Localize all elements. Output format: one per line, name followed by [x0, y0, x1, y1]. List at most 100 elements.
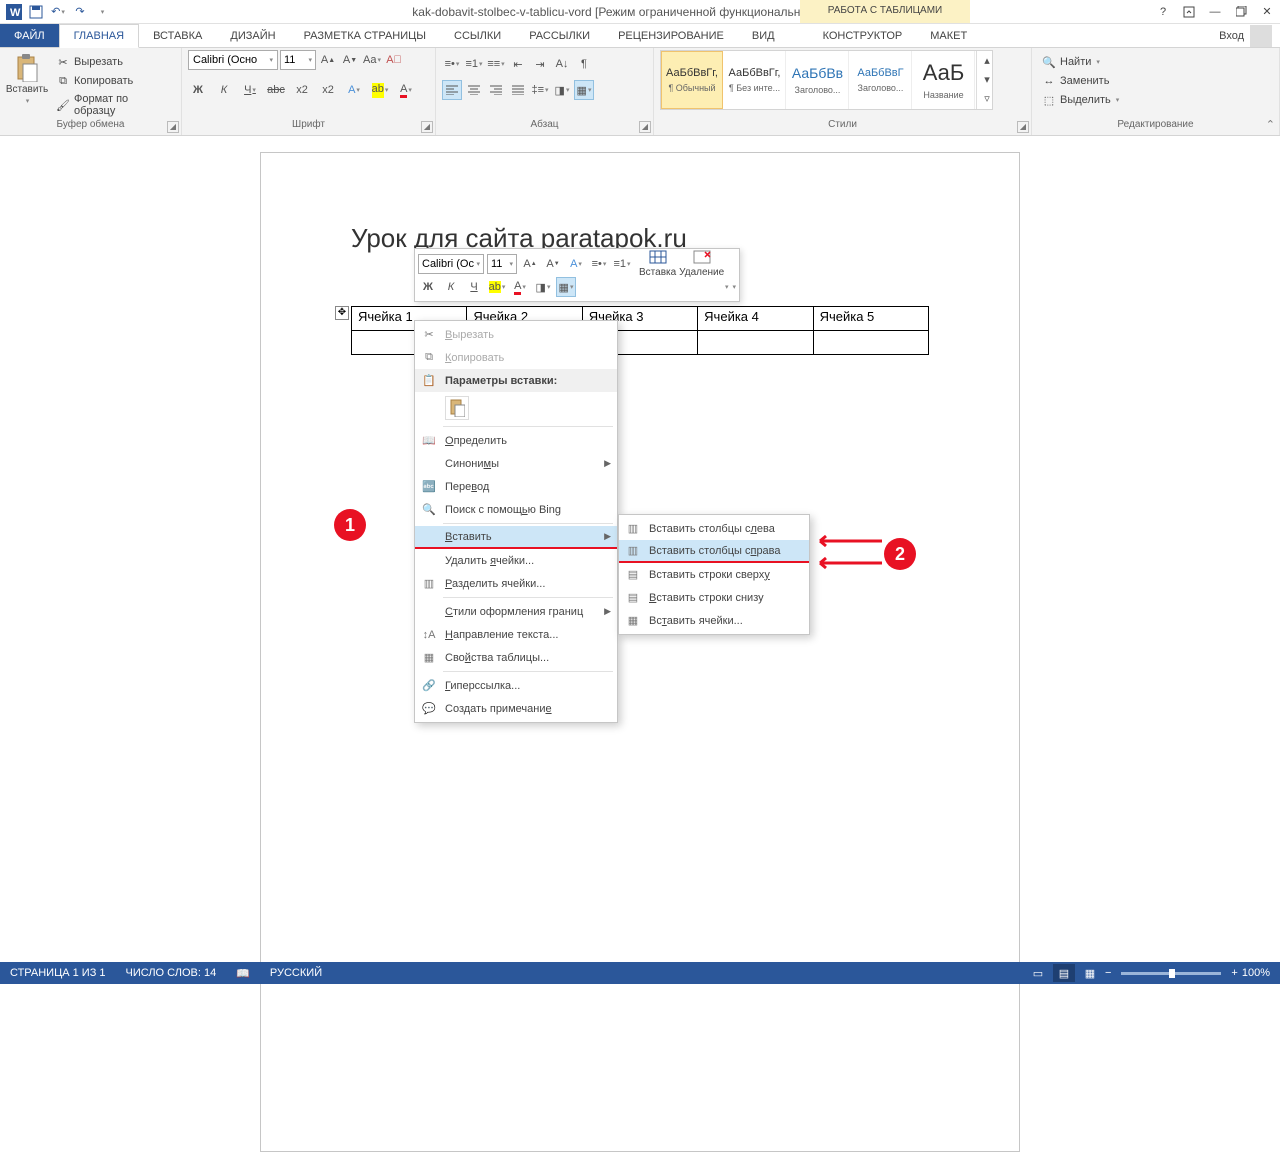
style-heading1[interactable]: АаБбВвЗаголово... — [787, 51, 849, 109]
restore-icon[interactable] — [1232, 3, 1250, 21]
select-button[interactable]: ⬚Выделить▾ — [1038, 92, 1123, 108]
style-normal[interactable]: АаБбВвГг,¶ Обычный — [661, 51, 723, 109]
borders-button[interactable]: ▦▾ — [574, 80, 594, 100]
table-cell[interactable]: Ячейка 5 — [813, 307, 928, 331]
mini-font-color[interactable]: A▾ — [510, 277, 530, 297]
underline-button[interactable]: Ч▾ — [240, 80, 260, 100]
bullets-button[interactable]: ≡•▾ — [442, 54, 462, 74]
login-area[interactable]: Вход — [1219, 24, 1280, 47]
styles-gallery[interactable]: АаБбВвГг,¶ Обычный АаБбВвГг,¶ Без инте..… — [660, 50, 993, 110]
cut-button[interactable]: ✂Вырезать — [52, 54, 175, 70]
ctx-translate[interactable]: 🔤Перевод — [415, 475, 617, 498]
mini-insert-icon[interactable] — [649, 250, 667, 267]
ctx-define[interactable]: 📖Определить — [415, 429, 617, 452]
page[interactable]: Урок для сайта paratapok.ru ✥ Ячейка 1 Я… — [260, 152, 1020, 1152]
font-launcher[interactable]: ◢ — [421, 121, 433, 133]
status-words[interactable]: ЧИСЛО СЛОВ: 14 — [116, 967, 227, 979]
styles-scroll-up[interactable]: ▴ — [977, 51, 997, 70]
align-center-button[interactable] — [464, 80, 484, 100]
copy-button[interactable]: ⧉Копировать — [52, 73, 175, 89]
font-size-combo[interactable]: 11▾ — [280, 50, 316, 70]
mini-shrink-font[interactable]: A▼ — [543, 254, 563, 274]
mini-bullets[interactable]: ≡•▾ — [589, 254, 609, 274]
style-title[interactable]: АаБНазвание — [913, 51, 975, 109]
paragraph-marks-button[interactable]: ¶ — [574, 54, 594, 74]
status-proofing-icon[interactable]: 📖 — [226, 967, 260, 980]
indent-right-button[interactable]: ⇥ — [530, 54, 550, 74]
style-no-spacing[interactable]: АаБбВвГг,¶ Без инте... — [724, 51, 786, 109]
grow-font-button[interactable]: A▲ — [318, 50, 338, 70]
ctx-text-direction[interactable]: ↕AНаправление текста... — [415, 623, 617, 646]
highlight-button[interactable]: ab▾ — [370, 80, 390, 100]
styles-expand[interactable]: ▿ — [977, 89, 997, 108]
zoom-value[interactable]: 100% — [1242, 967, 1270, 979]
clear-format-button[interactable]: A⃠ — [384, 50, 404, 70]
format-painter-button[interactable]: 🖌Формат по образцу — [52, 92, 175, 118]
table-cell[interactable] — [813, 331, 928, 355]
ctx-comment[interactable]: 💬Создать примечание — [415, 697, 617, 720]
mini-highlight[interactable]: ab▾ — [487, 277, 507, 297]
tab-page-layout[interactable]: РАЗМЕТКА СТРАНИЦЫ — [290, 24, 440, 47]
collapse-ribbon-icon[interactable]: ⌃ — [1266, 118, 1275, 131]
redo-icon[interactable]: ↷ — [70, 2, 90, 22]
tab-insert[interactable]: ВСТАВКА — [139, 24, 216, 47]
zoom-out-button[interactable]: − — [1105, 967, 1111, 979]
status-page[interactable]: СТРАНИЦА 1 ИЗ 1 — [0, 967, 116, 979]
tab-view[interactable]: ВИД — [738, 24, 789, 47]
tab-review[interactable]: РЕЦЕНЗИРОВАНИЕ — [604, 24, 738, 47]
style-heading2[interactable]: АаБбВвГЗаголово... — [850, 51, 912, 109]
change-case-button[interactable]: Aa▾ — [362, 50, 382, 70]
mini-numbering[interactable]: ≡1▾ — [612, 254, 632, 274]
replace-button[interactable]: ↔Заменить — [1038, 73, 1123, 89]
close-icon[interactable]: ✕ — [1258, 3, 1276, 21]
align-left-button[interactable] — [442, 80, 462, 100]
indent-left-button[interactable]: ⇤ — [508, 54, 528, 74]
mini-underline[interactable]: Ч — [464, 277, 484, 297]
sub-cols-right[interactable]: ▥Вставить столбцы справа — [619, 540, 809, 563]
ctx-insert[interactable]: Вставить▶ — [415, 526, 617, 549]
status-language[interactable]: РУССКИЙ — [260, 967, 332, 979]
paste-option-icon[interactable] — [445, 396, 469, 420]
sub-rows-above[interactable]: ▤Вставить строки сверху — [619, 563, 809, 586]
tab-home[interactable]: ГЛАВНАЯ — [59, 24, 139, 48]
paste-button[interactable]: Вставить ▾ — [6, 50, 48, 105]
view-print-icon[interactable]: ▤ — [1053, 964, 1075, 982]
mini-dropdown1[interactable]: ▾ — [725, 283, 729, 291]
zoom-slider[interactable] — [1121, 972, 1221, 975]
tab-references[interactable]: ССЫЛКИ — [440, 24, 515, 47]
view-web-icon[interactable]: ▦ — [1079, 964, 1101, 982]
sub-cells[interactable]: ▦Вставить ячейки... — [619, 609, 809, 632]
sub-rows-below[interactable]: ▤Вставить строки снизу — [619, 586, 809, 609]
styles-scroll-down[interactable]: ▾ — [977, 70, 997, 89]
multilevel-button[interactable]: ≡≡▾ — [486, 54, 506, 74]
mini-italic[interactable]: К — [441, 277, 461, 297]
styles-launcher[interactable]: ◢ — [1017, 121, 1029, 133]
help-icon[interactable]: ? — [1154, 3, 1172, 21]
ctx-table-props[interactable]: ▦Свойства таблицы... — [415, 646, 617, 669]
ctx-hyperlink[interactable]: 🔗Гиперссылка... — [415, 674, 617, 697]
strike-button[interactable]: abc — [266, 80, 286, 100]
undo-icon[interactable]: ↶▾ — [48, 2, 68, 22]
clipboard-launcher[interactable]: ◢ — [167, 121, 179, 133]
ctx-border-styles[interactable]: Стили оформления границ▶ — [415, 600, 617, 623]
view-read-icon[interactable]: ▭ — [1027, 964, 1049, 982]
ctx-copy[interactable]: ⧉Копировать — [415, 346, 617, 369]
mini-font-combo[interactable]: Calibri (Ос▾ — [418, 254, 484, 274]
align-right-button[interactable] — [486, 80, 506, 100]
tab-design[interactable]: ДИЗАЙН — [216, 24, 289, 47]
mini-size-combo[interactable]: 11▾ — [487, 254, 517, 274]
subscript-button[interactable]: x2 — [292, 80, 312, 100]
shading-button[interactable]: ◨▾ — [552, 80, 572, 100]
justify-button[interactable] — [508, 80, 528, 100]
ribbon-display-icon[interactable] — [1180, 3, 1198, 21]
tab-mailings[interactable]: РАССЫЛКИ — [515, 24, 604, 47]
qat-dropdown-icon[interactable]: ▾ — [92, 2, 112, 22]
sub-cols-left[interactable]: ▥Вставить столбцы слева — [619, 517, 809, 540]
table-cell[interactable]: Ячейка 4 — [698, 307, 813, 331]
mini-delete-icon[interactable] — [693, 250, 711, 267]
ctx-synonyms[interactable]: Синонимы▶ — [415, 452, 617, 475]
ctx-delete-cells[interactable]: Удалить ячейки... — [415, 549, 617, 572]
tab-table-layout[interactable]: МАКЕТ — [916, 24, 981, 47]
table-move-handle[interactable]: ✥ — [335, 306, 349, 320]
superscript-button[interactable]: x2 — [318, 80, 338, 100]
